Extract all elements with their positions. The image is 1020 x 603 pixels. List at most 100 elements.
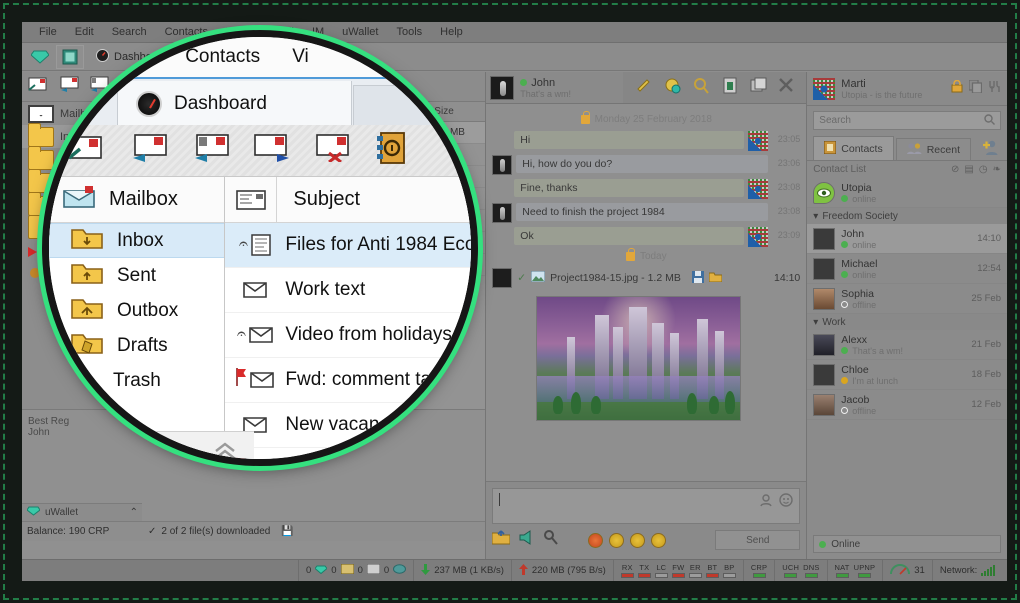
list-item[interactable]: Jacob offline 12 Feb bbox=[807, 390, 1007, 420]
led-dns: DNS bbox=[803, 563, 819, 578]
counter-value: 0 bbox=[306, 565, 312, 576]
emoji-angry-icon[interactable] bbox=[588, 532, 604, 548]
screenshot-root: File Edit Search Contacts View uMail IM … bbox=[0, 0, 1020, 603]
tab-recent[interactable]: Recent bbox=[895, 138, 971, 160]
magnified-tab-dashboard[interactable]: Dashboard bbox=[117, 81, 352, 127]
send-button[interactable]: Send bbox=[715, 530, 801, 550]
magnified-folder-trash[interactable]: Trash bbox=[49, 363, 224, 398]
contacts-book-icon bbox=[823, 140, 837, 157]
avatar bbox=[813, 257, 836, 280]
lock-icon[interactable] bbox=[951, 79, 963, 98]
chat-message-list[interactable]: Monday 25 February 2018 Hi 23:05 Hi, how… bbox=[486, 104, 807, 481]
voice-broadcast-icon[interactable] bbox=[518, 530, 536, 550]
contact-group-work[interactable]: ▾ Work bbox=[807, 314, 1007, 330]
magnified-menu-contacts[interactable]: Contacts bbox=[169, 46, 276, 68]
magnified-menu-search[interactable]: Search bbox=[77, 46, 169, 68]
contact-list-title[interactable]: Contact List bbox=[813, 164, 866, 175]
delete-mail-icon[interactable] bbox=[315, 134, 355, 167]
search-input[interactable]: Search bbox=[813, 111, 1001, 130]
list-item[interactable]: John online 14:10 bbox=[807, 224, 1007, 254]
emoji-sad-icon[interactable] bbox=[609, 532, 625, 548]
chat-image-preview[interactable] bbox=[536, 296, 742, 421]
list-item[interactable]: Sophia offline 25 Feb bbox=[807, 284, 1007, 314]
forward-icon[interactable] bbox=[253, 134, 293, 167]
check-icon: ✓ bbox=[148, 526, 157, 537]
window-detach-icon[interactable] bbox=[750, 77, 767, 98]
emoji-picker-icon[interactable] bbox=[779, 493, 793, 512]
contact-insert-icon[interactable] bbox=[759, 493, 773, 512]
chat-file-name[interactable]: Project1984-15.jpg - 1.2 MB bbox=[550, 272, 681, 284]
chat-file-time: 14:10 bbox=[774, 272, 801, 284]
search-icon[interactable] bbox=[693, 77, 710, 99]
magnified-folder-drafts[interactable]: Drafts bbox=[49, 328, 224, 363]
magnified-folder-inbox[interactable]: Inbox bbox=[49, 223, 225, 258]
settings-icon[interactable] bbox=[988, 80, 1001, 98]
list-view-icon[interactable]: ▤ bbox=[964, 164, 973, 175]
list-item[interactable]: Alexx That's a wm! 21 Feb bbox=[807, 330, 1007, 360]
new-mail-icon[interactable] bbox=[28, 76, 50, 97]
chat-input-area: Send bbox=[486, 481, 807, 559]
row-icons: 𝄐 bbox=[225, 234, 285, 256]
list-item[interactable]: Chloe I'm at lunch 18 Feb bbox=[807, 360, 1007, 390]
led-label: ER bbox=[689, 563, 701, 572]
emoji-surprised-icon[interactable] bbox=[630, 532, 646, 548]
save-icon[interactable]: 💾 bbox=[281, 526, 293, 537]
avatar bbox=[813, 77, 836, 100]
table-row[interactable]: 𝄐 Files for Anti 1984 Ecos bbox=[225, 223, 471, 268]
magnified-column-subject[interactable]: Subject bbox=[277, 188, 360, 211]
balance-bar: Balance: 190 CRP bbox=[22, 521, 142, 541]
contact-card-icon[interactable] bbox=[722, 77, 738, 99]
reply-icon[interactable] bbox=[129, 134, 169, 167]
attach-file-icon[interactable] bbox=[491, 530, 511, 550]
address-book-icon[interactable] bbox=[377, 132, 405, 169]
microphone-icon[interactable] bbox=[544, 530, 559, 550]
led-nat: NAT bbox=[835, 563, 850, 578]
add-contact-icon[interactable] bbox=[973, 139, 1007, 160]
sticker-icon[interactable] bbox=[664, 77, 681, 99]
close-icon[interactable] bbox=[778, 77, 794, 98]
magnified-tab-next[interactable] bbox=[353, 85, 443, 127]
reply-all-icon[interactable] bbox=[191, 134, 231, 167]
magnified-folder-sent[interactable]: Sent bbox=[49, 258, 224, 293]
save-icon[interactable] bbox=[691, 270, 704, 286]
table-row[interactable]: New vacancy bbox=[225, 403, 471, 448]
chat-input[interactable] bbox=[492, 488, 801, 524]
table-row[interactable]: Fwd: comment task 21 bbox=[225, 358, 471, 403]
copy-id-icon[interactable] bbox=[968, 78, 983, 98]
chat-peer[interactable]: John That's a wm! bbox=[486, 75, 623, 100]
led-group-nat: NAT UPNP bbox=[828, 560, 884, 581]
tab-contacts[interactable]: Contacts bbox=[813, 136, 894, 160]
network-label: Network: bbox=[939, 565, 978, 576]
magnified-folder-outbox[interactable]: Outbox bbox=[49, 293, 224, 328]
magnified-folder-drafts-label: Drafts bbox=[117, 334, 168, 356]
contact-status: I'm at lunch bbox=[841, 376, 965, 386]
led-bt: BT bbox=[705, 563, 719, 578]
magnified-folder-mailbox[interactable]: Mailbox bbox=[49, 177, 225, 223]
umail-icon bbox=[340, 563, 355, 577]
group-icon[interactable]: ❧ bbox=[993, 164, 1001, 175]
new-mail-icon[interactable] bbox=[67, 134, 107, 167]
chat-message: Fine, thanks 23:08 bbox=[492, 179, 800, 199]
contact-group-freedom-society[interactable]: ▾ Freedom Society bbox=[807, 208, 1007, 224]
bell-icon[interactable] bbox=[635, 77, 652, 99]
account-mood[interactable]: Utopia - is the future bbox=[841, 90, 945, 100]
contact-name: Jacob bbox=[841, 393, 870, 406]
open-folder-icon[interactable] bbox=[708, 271, 723, 285]
status-dot-online-icon bbox=[819, 540, 827, 548]
contact-self[interactable]: Utopia online bbox=[807, 178, 1007, 208]
hide-offline-icon[interactable]: ⊘ bbox=[951, 164, 959, 175]
table-row[interactable]: 𝄐 Video from holidays bbox=[225, 313, 471, 358]
list-item[interactable]: Michael online 12:54 bbox=[807, 254, 1007, 284]
contact-name: Sophia bbox=[841, 287, 874, 300]
emoji-smile-icon[interactable] bbox=[651, 532, 667, 548]
folder-icon bbox=[71, 261, 103, 291]
table-row[interactable]: Work text bbox=[225, 268, 471, 313]
tab-recent-label: Recent bbox=[926, 143, 960, 156]
collapse-icon[interactable]: ⌃ bbox=[130, 507, 142, 518]
chat-tools bbox=[623, 72, 807, 103]
uwallet-bar[interactable]: uWallet ⌃ bbox=[22, 503, 142, 521]
led-label: UPNP bbox=[853, 563, 876, 572]
magnified-menu-view[interactable]: Vi bbox=[276, 46, 325, 68]
history-icon[interactable]: ◷ bbox=[979, 164, 988, 175]
online-status-selector[interactable]: Online bbox=[813, 535, 1001, 553]
